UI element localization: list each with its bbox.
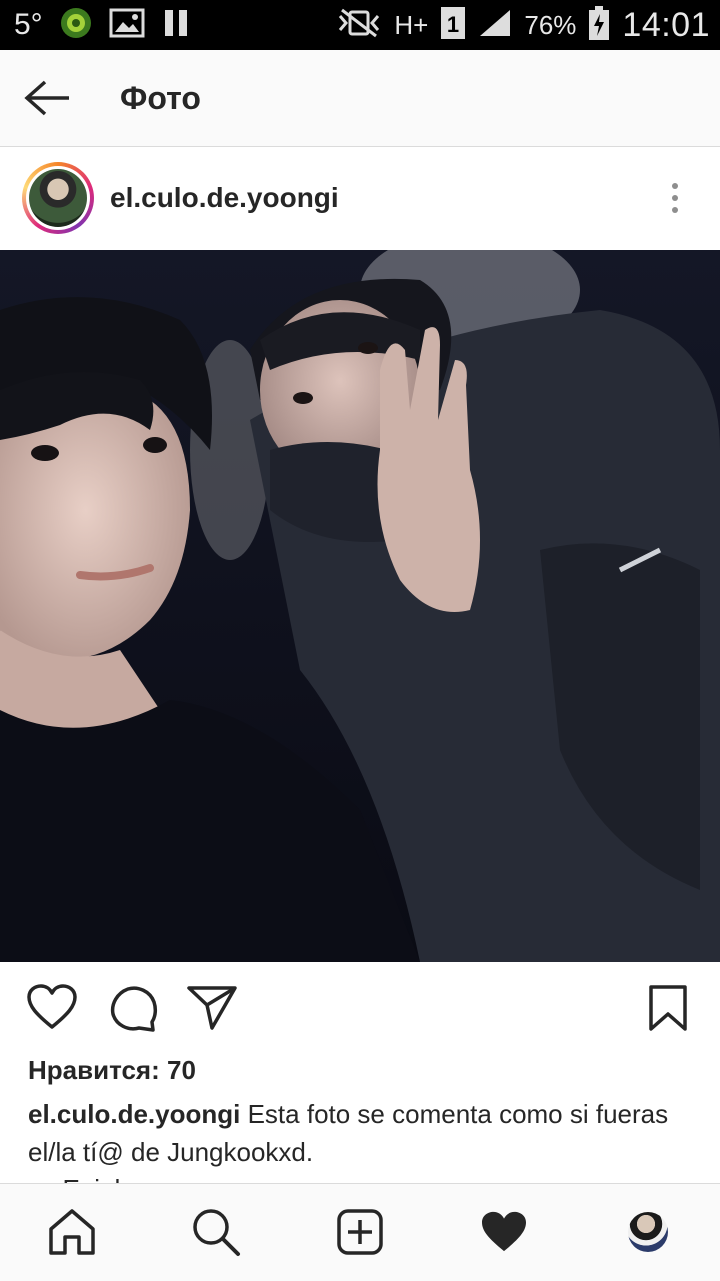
nav-profile[interactable]	[620, 1204, 676, 1260]
battery-percent-text: 76%	[524, 9, 577, 40]
sim-number: 1	[447, 12, 459, 37]
profile-avatar	[628, 1212, 668, 1252]
heart-icon	[27, 984, 77, 1029]
back-button[interactable]	[8, 50, 88, 146]
post-username[interactable]: el.culo.de.yoongi	[110, 182, 339, 214]
battery-charging-icon	[588, 5, 610, 45]
post-header: el.culo.de.yoongi	[0, 147, 720, 249]
nav-new-post[interactable]	[332, 1204, 388, 1260]
save-button[interactable]	[648, 984, 688, 1037]
sim-icon: 1	[440, 6, 466, 45]
home-icon	[49, 1209, 95, 1255]
post-caption: el.culo.de.yoongi Esta foto se comenta c…	[28, 1095, 688, 1171]
like-button[interactable]	[26, 984, 78, 1035]
search-icon	[193, 1209, 240, 1256]
pause-icon	[161, 8, 191, 43]
gallery-icon	[109, 8, 145, 43]
more-options-button[interactable]	[660, 168, 690, 228]
likes-count[interactable]: Нравится: 70	[28, 1055, 196, 1086]
comment-button[interactable]	[108, 984, 158, 1037]
top-app-bar: Фото	[0, 50, 720, 147]
temperature-text: 5°	[14, 8, 43, 41]
nav-home[interactable]	[44, 1204, 100, 1260]
status-bar: 5° H+ 1 76% 14:01	[0, 0, 720, 50]
caption-continuation: _Epiphany	[48, 1170, 171, 1184]
signal-icon	[478, 8, 512, 43]
comment-icon	[110, 986, 158, 1032]
send-icon	[187, 986, 237, 1030]
heart-filled-icon	[482, 1211, 526, 1252]
shield-app-icon	[59, 6, 93, 45]
bottom-navigation	[0, 1183, 720, 1281]
more-vertical-icon	[672, 183, 678, 189]
nav-search[interactable]	[188, 1204, 244, 1260]
avatar	[29, 169, 87, 227]
caption-username[interactable]: el.culo.de.yoongi	[28, 1099, 240, 1129]
network-type-text: H+	[394, 9, 429, 40]
nav-activity[interactable]	[476, 1204, 532, 1260]
story-avatar[interactable]	[22, 162, 94, 234]
add-post-icon	[337, 1209, 383, 1255]
mute-vibrate-icon	[336, 8, 382, 43]
arrow-left-icon	[24, 80, 69, 116]
page-title: Фото	[120, 79, 201, 116]
post-actions	[0, 962, 720, 1052]
share-button[interactable]	[186, 984, 238, 1035]
bookmark-icon	[649, 985, 687, 1031]
post-photo[interactable]	[0, 250, 720, 962]
clock-text: 14:01	[622, 5, 710, 44]
